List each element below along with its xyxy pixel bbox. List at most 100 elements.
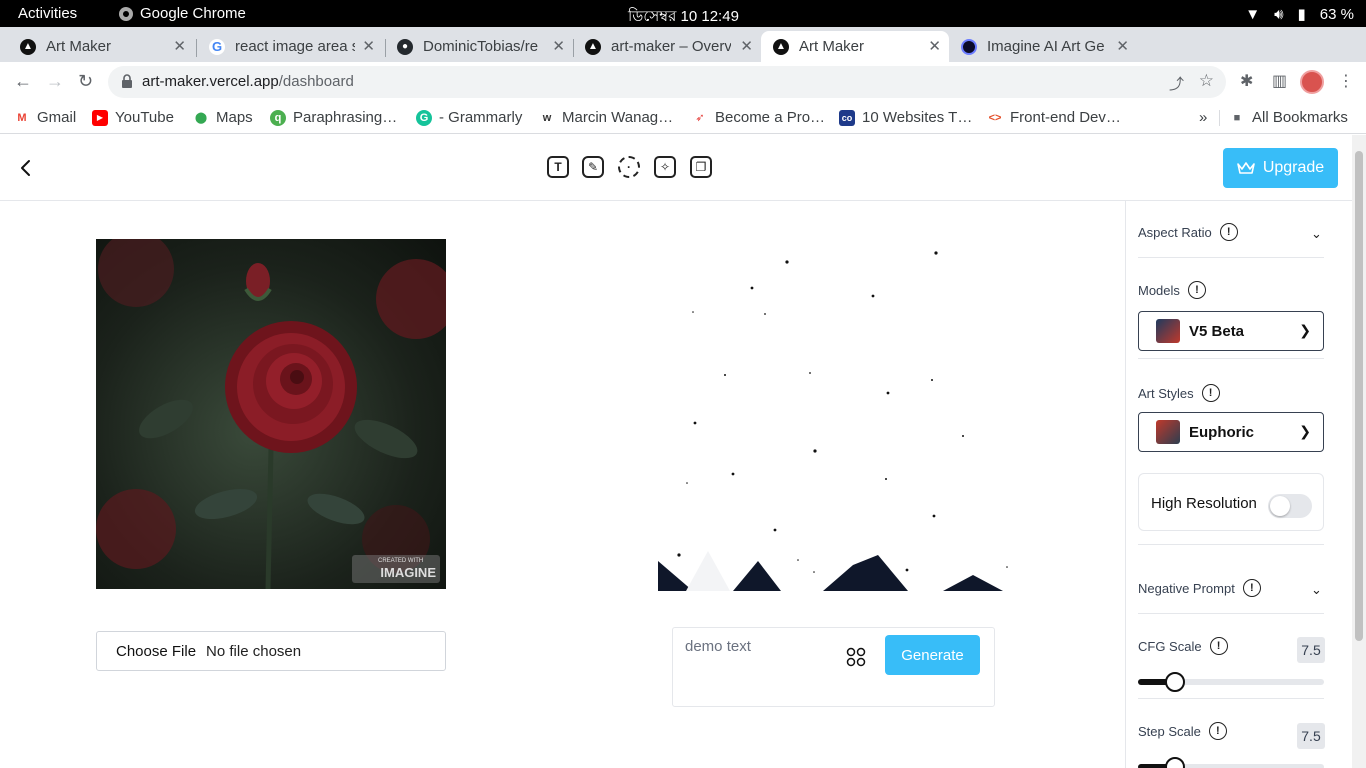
address-bar[interactable]: art-maker.vercel.app/dashboard ⤴ ☆ bbox=[108, 66, 1226, 98]
text-tool-icon[interactable]: T bbox=[547, 156, 569, 178]
uploaded-rose-image[interactable]: CREATED WITH IMAGINE bbox=[96, 239, 446, 589]
tab-github[interactable]: ● DominicTobias/re ✕ bbox=[385, 31, 573, 62]
info-icon[interactable]: ! bbox=[1187, 281, 1206, 299]
maps-icon: ⬤ bbox=[194, 112, 208, 124]
battery-icon: ▮ bbox=[1297, 6, 1306, 23]
menu-kebab-icon[interactable]: ⋮ bbox=[1338, 71, 1354, 91]
close-icon[interactable]: ✕ bbox=[552, 37, 565, 55]
cfg-scale-slider[interactable] bbox=[1138, 672, 1324, 692]
bookmark-become-pro[interactable]: ➶ Become a Pro… bbox=[692, 109, 825, 126]
cfg-scale-value[interactable]: 7.5 bbox=[1297, 637, 1325, 663]
info-icon[interactable]: ! bbox=[1209, 637, 1228, 655]
info-icon[interactable]: ! bbox=[1201, 384, 1220, 402]
crown-icon bbox=[1237, 162, 1255, 174]
step-scale-slider[interactable] bbox=[1138, 757, 1324, 768]
choose-file-button[interactable]: Choose File bbox=[116, 643, 196, 660]
models-header: Models ! bbox=[1138, 281, 1206, 299]
url-text[interactable]: art-maker.vercel.app/dashboard bbox=[142, 73, 354, 90]
upgrade-button[interactable]: Upgrade bbox=[1223, 148, 1338, 188]
tab-art-maker-active[interactable]: ▲ Art Maker ✕ bbox=[761, 31, 949, 62]
tab-art-maker-1[interactable]: ▲ Art Maker ✕ bbox=[8, 31, 194, 62]
step-scale-label: Step Scale bbox=[1138, 723, 1201, 739]
browser-toolbar: ← → ↻ art-maker.vercel.app/dashboard ⤴ ☆… bbox=[0, 62, 1366, 102]
app-menu[interactable]: Google Chrome bbox=[118, 5, 246, 22]
bookmark-label: Become a Pro… bbox=[715, 109, 826, 126]
step-scale-value[interactable]: 7.5 bbox=[1297, 723, 1325, 749]
negative-prompt-header[interactable]: Negative Prompt ! bbox=[1138, 579, 1261, 597]
os-top-bar: Activities Google Chrome ডিসেম্বর 10 12:… bbox=[0, 0, 1366, 27]
slider-handle[interactable] bbox=[1165, 757, 1185, 768]
lock-icon[interactable] bbox=[120, 74, 134, 89]
bookmark-10-websites[interactable]: co 10 Websites T… bbox=[839, 109, 972, 126]
bookmark-label: YouTube bbox=[115, 109, 174, 126]
layers-tool-icon[interactable]: ❐ bbox=[690, 156, 712, 178]
tab-vercel-overview[interactable]: ▲ art-maker – Overv ✕ bbox=[573, 31, 761, 62]
tab-strip: ▲ Art Maker ✕ G react image area s ✕ ● D… bbox=[0, 27, 1366, 80]
bookmark-maps[interactable]: ⬤ Maps bbox=[193, 109, 253, 126]
info-icon[interactable]: ! bbox=[1208, 722, 1227, 740]
file-input[interactable]: Choose File No file chosen bbox=[96, 631, 446, 671]
back-icon[interactable]: ← bbox=[14, 71, 32, 92]
system-tray[interactable]: ▼ 🔊︎ ▮ 63 % bbox=[1245, 5, 1354, 24]
style-grid-icon[interactable] bbox=[846, 647, 866, 667]
art-style-selector[interactable]: Euphoric ❯ bbox=[1138, 412, 1324, 452]
chevron-right-icon: ❯ bbox=[1299, 322, 1311, 338]
art-styles-header: Art Styles ! bbox=[1138, 384, 1220, 402]
aspect-ratio-header[interactable]: Aspect Ratio ! bbox=[1138, 223, 1238, 241]
bookmark-front-end[interactable]: <> Front-end Dev… bbox=[987, 109, 1121, 126]
reload-icon[interactable]: ↻ bbox=[78, 71, 93, 92]
w-icon: w bbox=[542, 111, 552, 124]
tab-react-image-area[interactable]: G react image area s ✕ bbox=[197, 31, 383, 62]
bookmark-grammarly[interactable]: G - Grammarly bbox=[416, 109, 522, 126]
model-selector[interactable]: V5 Beta ❯ bbox=[1138, 311, 1324, 351]
generate-button[interactable]: Generate bbox=[885, 635, 980, 675]
lasso-tool-icon[interactable]: · bbox=[618, 156, 640, 178]
activities-button[interactable]: Activities bbox=[18, 5, 77, 22]
close-icon[interactable]: ✕ bbox=[173, 37, 186, 55]
extensions-icon[interactable]: ✱ bbox=[1240, 71, 1253, 91]
close-icon[interactable]: ✕ bbox=[928, 37, 941, 55]
image-edit-tool-icon[interactable]: ✎ bbox=[582, 156, 604, 178]
model-value: V5 Beta bbox=[1189, 322, 1245, 340]
bookmark-star-icon[interactable]: ☆ bbox=[1199, 71, 1214, 91]
volume-icon: 🔊︎ bbox=[1274, 5, 1284, 23]
step-scale-header: Step Scale ! bbox=[1138, 722, 1227, 740]
back-arrow-icon[interactable] bbox=[16, 157, 36, 179]
aspect-ratio-label: Aspect Ratio bbox=[1138, 224, 1212, 240]
bookmark-paraphrasing[interactable]: q Paraphrasing… bbox=[270, 109, 397, 126]
prompt-box: demo text Generate bbox=[672, 627, 995, 707]
co-icon: co bbox=[839, 109, 855, 126]
image-generate-tool-icon[interactable]: ✧ bbox=[654, 156, 676, 178]
chevron-down-icon[interactable]: ⌄ bbox=[1311, 226, 1322, 242]
profile-avatar[interactable] bbox=[1300, 70, 1324, 94]
side-panel-icon[interactable]: ▥ bbox=[1272, 71, 1287, 91]
folder-icon: ■ bbox=[1233, 111, 1241, 124]
slider-handle[interactable] bbox=[1165, 672, 1185, 692]
cfg-scale-header: CFG Scale ! bbox=[1138, 637, 1228, 655]
close-icon[interactable]: ✕ bbox=[362, 37, 375, 55]
google-icon: G bbox=[209, 38, 225, 55]
prompt-textarea[interactable]: demo text bbox=[685, 638, 751, 655]
high-resolution-toggle[interactable] bbox=[1268, 494, 1312, 518]
scrollbar-thumb[interactable] bbox=[1355, 151, 1363, 641]
share-icon[interactable]: ⤴ bbox=[1169, 73, 1184, 94]
code-icon: <> bbox=[988, 111, 1002, 124]
tab-imagine-ai[interactable]: Imagine AI Art Ge ✕ bbox=[949, 31, 1137, 62]
info-icon[interactable]: ! bbox=[1219, 223, 1238, 241]
bookmark-gmail[interactable]: M Gmail bbox=[14, 109, 76, 126]
bookmark-marcin[interactable]: w Marcin Wanag… bbox=[539, 109, 673, 126]
high-resolution-label: High Resolution bbox=[1151, 495, 1257, 512]
forward-icon[interactable]: → bbox=[46, 71, 64, 92]
bookmark-youtube[interactable]: ▶ YouTube bbox=[92, 109, 174, 126]
bookmarks-overflow-icon[interactable]: » bbox=[1199, 109, 1207, 126]
close-icon[interactable]: ✕ bbox=[1116, 37, 1129, 55]
close-icon[interactable]: ✕ bbox=[740, 37, 753, 55]
page-scrollbar[interactable] bbox=[1352, 135, 1366, 768]
chevron-down-icon[interactable]: ⌄ bbox=[1311, 582, 1322, 598]
divider bbox=[1138, 544, 1324, 545]
info-icon[interactable]: ! bbox=[1242, 579, 1261, 597]
grammarly-icon: G bbox=[416, 109, 432, 126]
file-status: No file chosen bbox=[206, 642, 302, 660]
tab-title: Art Maker bbox=[799, 38, 865, 55]
all-bookmarks-folder[interactable]: ■ All Bookmarks bbox=[1229, 109, 1348, 126]
